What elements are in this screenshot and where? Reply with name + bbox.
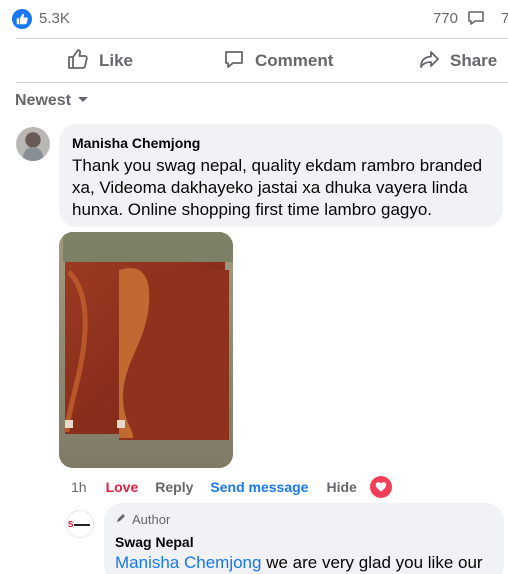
commenter-avatar[interactable] xyxy=(16,127,50,161)
comment-author[interactable]: Manisha Chemjong xyxy=(72,133,491,153)
reply-button[interactable]: Reply xyxy=(155,479,193,495)
comment-count-icon xyxy=(466,8,486,33)
hide-button[interactable]: Hide xyxy=(326,479,356,495)
comment-bubble: Manisha Chemjong Thank you swag nepal, q… xyxy=(59,124,503,227)
reply-body: we are very glad you like our xyxy=(261,553,483,572)
share-arrow-icon xyxy=(418,48,440,75)
comment-photo[interactable] xyxy=(59,232,233,468)
comment-meta-row: 1h Love Reply Send message Hide xyxy=(71,476,392,498)
reply-text: Manisha Chemjong we are very glad you li… xyxy=(115,552,492,574)
share-count[interactable]: 7 xyxy=(501,10,508,27)
reply-author[interactable]: Swag Nepal xyxy=(115,532,492,552)
comment-button-label: Comment xyxy=(255,51,334,70)
send-message-button[interactable]: Send message xyxy=(210,479,308,495)
divider xyxy=(16,82,508,83)
like-button-label: Like xyxy=(99,51,134,70)
share-button-label: Share xyxy=(450,51,498,70)
mention-link[interactable]: Manisha Chemjong xyxy=(115,553,261,572)
reaction-stats-bar: 5.3K 770 7 xyxy=(0,0,508,38)
comment-sort-dropdown[interactable]: Newest xyxy=(15,90,89,112)
like-outline-icon xyxy=(67,48,89,75)
share-button[interactable]: Share xyxy=(418,39,497,83)
comment-text: Thank you swag nepal, quality ekdam ramb… xyxy=(72,156,483,219)
author-pencil-icon xyxy=(115,511,127,529)
svg-text:S: S xyxy=(68,520,74,529)
comment-outline-icon xyxy=(223,48,245,75)
love-button[interactable]: Love xyxy=(106,479,139,495)
comment-count[interactable]: 770 xyxy=(433,10,458,27)
reply-bubble: Author Swag Nepal Manisha Chemjong we ar… xyxy=(104,503,504,574)
dropdown-caret-icon xyxy=(77,92,89,110)
post-action-row: Like Comment Share xyxy=(0,39,508,83)
like-button[interactable]: Like xyxy=(67,39,133,83)
author-badge: Author xyxy=(115,511,492,529)
author-badge-label: Author xyxy=(132,512,171,527)
page-avatar[interactable]: S xyxy=(66,510,94,538)
heart-reaction-icon[interactable] xyxy=(369,476,392,498)
like-reaction-icon[interactable] xyxy=(12,9,32,29)
comment-timestamp[interactable]: 1h xyxy=(71,479,87,495)
sort-label: Newest xyxy=(15,92,72,109)
comment-button[interactable]: Comment xyxy=(223,39,333,83)
like-count[interactable]: 5.3K xyxy=(39,10,70,27)
